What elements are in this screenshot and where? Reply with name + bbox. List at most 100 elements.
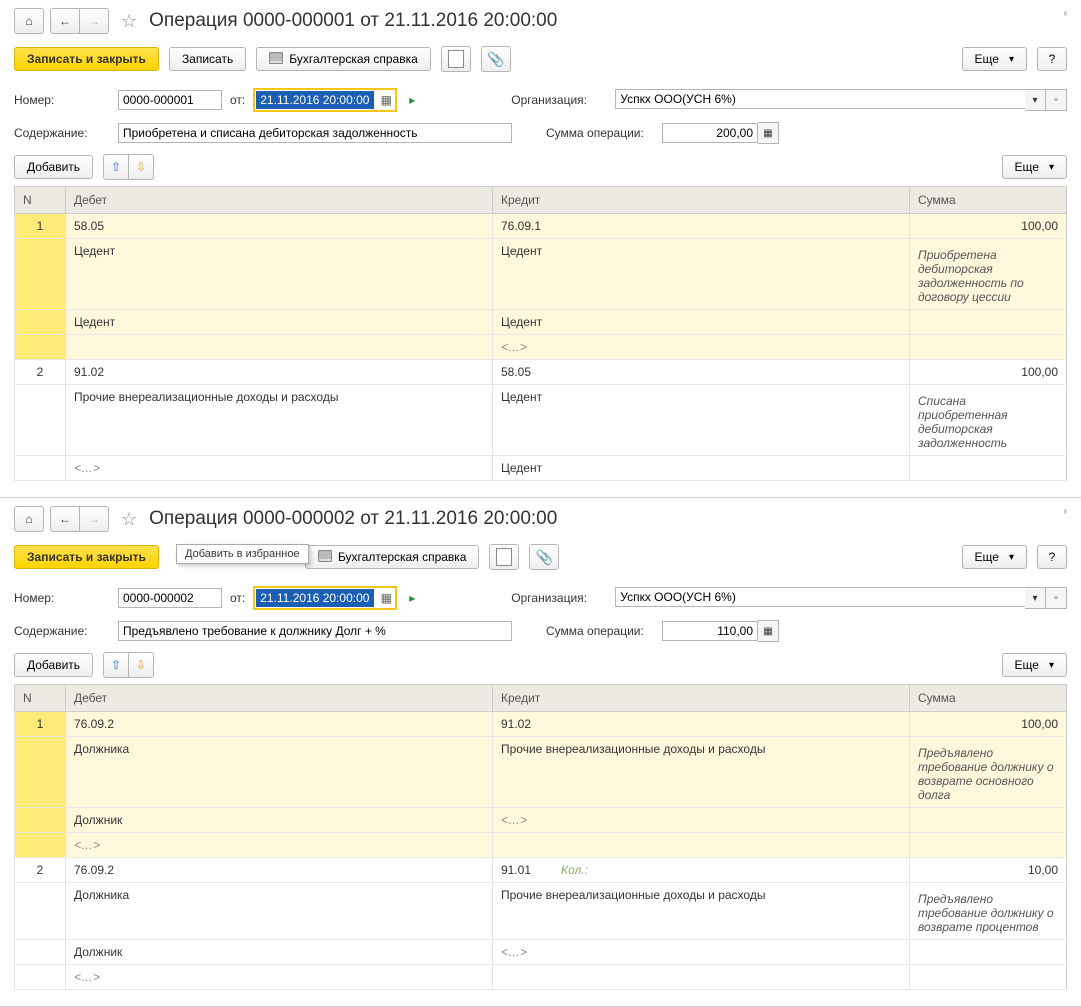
debit-cell[interactable]: Должник [66,808,493,833]
table-row[interactable]: 276.09.291.01Кол.:10,00 [15,858,1067,883]
debit-cell[interactable]: 91.02 [66,360,493,385]
sum-calc-icon[interactable]: ▦ [758,122,779,144]
debit-cell[interactable]: <…> [66,456,493,481]
organization-input[interactable] [615,587,1025,607]
org-open-icon[interactable]: ▫ [1046,89,1067,111]
content-input[interactable] [118,123,512,143]
home-button[interactable]: ⌂ [14,506,44,532]
home-button[interactable]: ⌂ [14,8,44,34]
close-icon[interactable]: ˣ [1064,10,1067,21]
table-row[interactable]: 158.0576.09.1100,00 [15,214,1067,239]
table-row[interactable]: 291.0258.05100,00 [15,360,1067,385]
table-row[interactable]: 176.09.291.02100,00 [15,712,1067,737]
credit-cell[interactable]: Прочие внереализационные доходы и расход… [493,737,910,808]
table-row[interactable]: ЦедентЦедентПриобретена дебиторская задо… [15,239,1067,310]
table-row[interactable]: <…> [15,965,1067,990]
debit-cell[interactable]: <…> [66,833,493,858]
accounting-report-button[interactable]: Бухгалтерская справка [305,545,480,569]
move-down-button[interactable]: ⇩ [129,154,154,180]
close-icon[interactable]: ˣ [1064,508,1067,519]
table-row[interactable]: Должник<…> [15,940,1067,965]
date-field[interactable]: ▦ [253,88,397,112]
nav-forward-button[interactable]: → [80,506,109,532]
organization-input[interactable] [615,89,1025,109]
table-row[interactable]: <…>Цедент [15,456,1067,481]
credit-cell[interactable]: 58.05 [493,360,910,385]
org-dropdown-icon[interactable]: ▾ [1025,587,1046,609]
date-field[interactable]: ▦ [253,586,397,610]
credit-cell[interactable]: Цедент [493,239,910,310]
sum-input[interactable] [662,123,758,143]
nav-back-button[interactable]: ← [50,8,80,34]
apply-date-icon[interactable]: ▸ [409,93,415,107]
credit-cell[interactable]: Прочие внереализационные доходы и расход… [493,883,910,940]
org-open-icon[interactable]: ▫ [1046,587,1067,609]
debit-cell[interactable]: 76.09.2 [66,858,493,883]
nav-back-button[interactable]: ← [50,506,80,532]
favorite-star-icon[interactable]: ☆ [121,509,137,530]
printer-icon [318,550,332,565]
document-icon-button[interactable] [441,46,471,72]
debit-cell[interactable]: Цедент [66,310,493,335]
debit-cell[interactable]: 76.09.2 [66,712,493,737]
table-row[interactable]: Прочие внереализационные доходы и расход… [15,385,1067,456]
add-row-button[interactable]: Добавить [14,653,93,677]
debit-cell[interactable]: Должника [66,883,493,940]
save-and-close-button[interactable]: Записать и закрыть [14,545,159,569]
credit-cell[interactable]: <…> [493,808,910,833]
table-row[interactable]: <…> [15,335,1067,360]
more-button[interactable]: Еще [962,47,1027,71]
debit-cell[interactable]: <…> [66,965,493,990]
apply-date-icon[interactable]: ▸ [409,591,415,605]
calendar-icon[interactable]: ▦ [378,92,394,108]
debit-cell[interactable]: Цедент [66,239,493,310]
printer-icon [269,52,283,67]
more-button[interactable]: Еще [962,545,1027,569]
attachment-button[interactable]: 📎 [481,46,511,72]
save-button[interactable]: Записать [169,47,246,71]
date-input[interactable] [256,91,374,109]
credit-cell[interactable]: 91.01Кол.: [493,858,910,883]
table-row[interactable]: ДолжникаПрочие внереализационные доходы … [15,883,1067,940]
calendar-icon[interactable]: ▦ [378,590,394,606]
credit-cell[interactable]: <…> [493,335,910,360]
credit-cell[interactable] [493,965,910,990]
number-input[interactable] [118,588,222,608]
sum-calc-icon[interactable]: ▦ [758,620,779,642]
move-up-button[interactable]: ⇧ [103,154,129,180]
debit-cell[interactable]: Должника [66,737,493,808]
credit-cell[interactable]: 91.02 [493,712,910,737]
table-row[interactable]: ДолжникаПрочие внереализационные доходы … [15,737,1067,808]
help-button[interactable]: ? [1037,47,1067,71]
credit-cell[interactable]: 76.09.1 [493,214,910,239]
attachment-button[interactable]: 📎 [529,544,559,570]
debit-cell[interactable]: Должник [66,940,493,965]
table-row[interactable]: Должник<…> [15,808,1067,833]
grid-more-button[interactable]: Еще [1002,653,1067,677]
credit-cell[interactable]: Цедент [493,385,910,456]
favorite-star-icon[interactable]: ☆ [121,11,137,32]
credit-cell[interactable]: <…> [493,940,910,965]
credit-cell[interactable]: Цедент [493,310,910,335]
debit-cell[interactable] [66,335,493,360]
save-and-close-button[interactable]: Записать и закрыть [14,47,159,71]
document-icon-button[interactable] [489,544,519,570]
move-up-button[interactable]: ⇧ [103,652,129,678]
accounting-report-button[interactable]: Бухгалтерская справка [256,47,431,71]
org-dropdown-icon[interactable]: ▾ [1025,89,1046,111]
table-row[interactable]: ЦедентЦедент [15,310,1067,335]
table-row[interactable]: <…> [15,833,1067,858]
help-button[interactable]: ? [1037,545,1067,569]
nav-forward-button[interactable]: → [80,8,109,34]
number-input[interactable] [118,90,222,110]
add-row-button[interactable]: Добавить [14,155,93,179]
credit-cell[interactable] [493,833,910,858]
debit-cell[interactable]: Прочие внереализационные доходы и расход… [66,385,493,456]
grid-more-button[interactable]: Еще [1002,155,1067,179]
credit-cell[interactable]: Цедент [493,456,910,481]
move-down-button[interactable]: ⇩ [129,652,154,678]
sum-input[interactable] [662,621,758,641]
content-input[interactable] [118,621,512,641]
debit-cell[interactable]: 58.05 [66,214,493,239]
date-input[interactable] [256,589,374,607]
